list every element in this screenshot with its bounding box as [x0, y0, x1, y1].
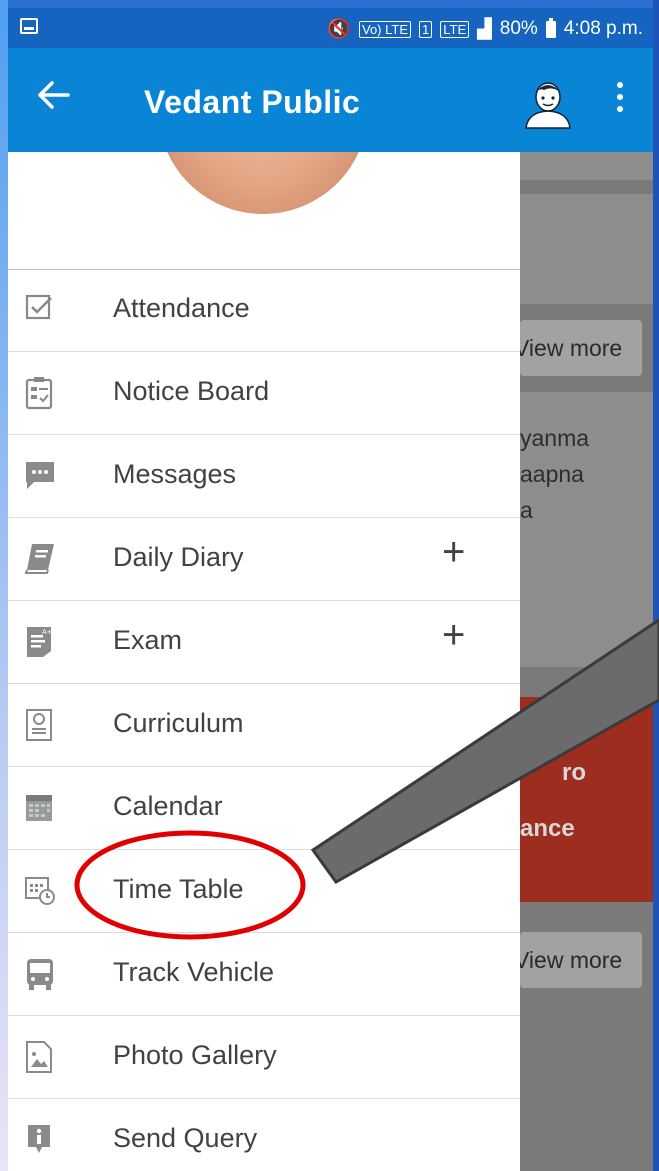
- arrow-left-icon[interactable]: [36, 80, 70, 116]
- drawer-menu: Attendance Notice Board Messages Daily D…: [8, 269, 520, 1171]
- notice-board-icon: [24, 376, 54, 410]
- background-text: aapna: [520, 461, 584, 487]
- menu-item-calendar[interactable]: Calendar: [8, 767, 520, 850]
- view-more-button[interactable]: View more: [520, 320, 642, 376]
- menu-item-exam[interactable]: A+ Exam +: [8, 601, 520, 684]
- menu-item-label: Photo Gallery: [113, 1040, 277, 1070]
- slide-frame-top: [0, 0, 659, 8]
- menu-item-notice-board[interactable]: Notice Board: [8, 352, 520, 435]
- status-indicators: 🔇 Vo) LTE 1 LTE ▟ 80% 4:08 p.m.: [327, 17, 643, 41]
- menu-item-messages[interactable]: Messages: [8, 435, 520, 518]
- menu-item-track-vehicle[interactable]: Track Vehicle: [8, 933, 520, 1016]
- expand-plus-icon[interactable]: +: [442, 532, 465, 572]
- menu-item-label: Curriculum: [113, 708, 244, 738]
- exam-sheet-icon: A+: [24, 625, 54, 657]
- menu-item-photo-gallery[interactable]: Photo Gallery: [8, 1016, 520, 1099]
- expand-plus-icon[interactable]: +: [442, 615, 465, 655]
- photo-file-icon: [24, 1040, 54, 1073]
- app-title: Vedant Public: [144, 84, 361, 120]
- more-vert-icon[interactable]: [614, 82, 626, 122]
- battery-icon: [545, 17, 556, 38]
- curriculum-icon: [24, 708, 54, 741]
- sim-badge: 1: [419, 20, 433, 38]
- background-red-card: ro ance: [520, 697, 653, 902]
- calendar-icon: [24, 791, 54, 823]
- battery-percent: 80%: [499, 18, 538, 39]
- menu-item-label: Messages: [113, 459, 237, 489]
- clock: 4:08 p.m.: [563, 18, 643, 39]
- menu-item-label: Exam: [113, 625, 183, 655]
- bus-icon: [24, 957, 54, 990]
- menu-item-daily-diary[interactable]: Daily Diary +: [8, 518, 520, 601]
- menu-item-label: Send Query: [113, 1123, 258, 1153]
- user-avatar-icon[interactable]: [522, 78, 574, 130]
- slide-frame-left: [0, 0, 8, 1171]
- drawer-profile-header: [8, 152, 520, 270]
- menu-item-label: Notice Board: [113, 376, 270, 406]
- red-card-text: ro: [562, 759, 586, 786]
- menu-item-curriculum[interactable]: Curriculum: [8, 684, 520, 767]
- background-text: yanma: [520, 425, 590, 451]
- book-icon: [24, 542, 54, 574]
- signal-icon: ▟: [477, 18, 492, 40]
- menu-item-label: Attendance: [113, 293, 250, 323]
- screenshot-notification-icon: [20, 18, 38, 34]
- menu-item-label: Daily Diary: [113, 542, 244, 572]
- mute-icon: 🔇: [327, 19, 351, 40]
- menu-item-label: Calendar: [113, 791, 223, 821]
- app-bar: Vedant Public: [8, 48, 653, 152]
- slide-frame-right: [653, 0, 659, 1171]
- background-card: [520, 194, 653, 304]
- info-bubble-icon: [24, 1123, 54, 1155]
- menu-item-label: Time Table: [113, 874, 244, 904]
- profile-photo: [158, 152, 368, 214]
- background-text: a: [520, 497, 533, 523]
- menu-item-attendance[interactable]: Attendance: [8, 269, 520, 352]
- lte-badge: LTE: [440, 20, 470, 38]
- checkbox-icon: [24, 293, 54, 325]
- navigation-drawer: Attendance Notice Board Messages Daily D…: [8, 152, 520, 1171]
- timetable-clock-icon: [24, 874, 55, 906]
- svg-text:A+: A+: [42, 628, 53, 636]
- dimmed-background-page: View more yanma aapna a ro ance View mor…: [520, 152, 653, 1171]
- chat-bubble-icon: [24, 459, 54, 491]
- view-more-button[interactable]: View more: [520, 932, 642, 988]
- menu-item-send-query[interactable]: Send Query: [8, 1099, 520, 1171]
- volte-badge: Vo) LTE: [358, 20, 411, 38]
- status-bar: 🔇 Vo) LTE 1 LTE ▟ 80% 4:08 p.m.: [8, 8, 653, 48]
- menu-item-time-table[interactable]: Time Table: [8, 850, 520, 933]
- red-card-text: ance: [520, 815, 575, 842]
- background-card: [520, 152, 653, 180]
- menu-item-label: Track Vehicle: [113, 957, 275, 987]
